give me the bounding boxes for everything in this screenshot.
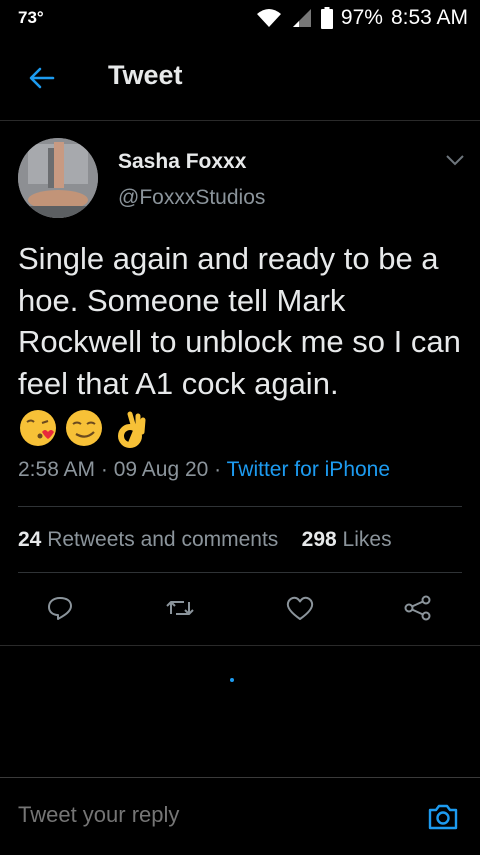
tweet-emojis — [18, 408, 150, 448]
likes-label: Likes — [342, 528, 392, 551]
arrow-left-icon — [29, 67, 55, 94]
tweet-actions — [0, 590, 480, 630]
likes-count: 298 — [301, 528, 337, 551]
author-handle[interactable]: @FoxxxStudios — [118, 186, 265, 210]
cellular-signal-icon — [291, 7, 313, 29]
tweet-stats: 24 Retweets and comments 298 Likes — [18, 528, 392, 552]
like-button[interactable] — [280, 590, 320, 630]
retweets-count: 24 — [18, 528, 42, 551]
tweet-source-link[interactable]: Twitter for iPhone — [227, 458, 390, 481]
section-divider — [0, 645, 480, 646]
smirking-face-emoji — [64, 408, 104, 448]
battery-icon — [320, 7, 333, 29]
camera-icon — [426, 804, 460, 838]
tweet-metadata: 2:58 AM · 09 Aug 20 · Twitter for iPhone — [18, 458, 390, 482]
chevron-down-icon — [440, 155, 470, 176]
likes-stat[interactable]: 298 Likes — [302, 528, 392, 551]
retweet-button[interactable] — [160, 590, 200, 630]
back-button[interactable] — [24, 62, 60, 98]
more-options-button[interactable] — [440, 148, 470, 172]
meta-separator: · — [208, 458, 227, 481]
status-bar: 73° 97% 8:53 AM — [0, 0, 480, 36]
tweet-date: 09 Aug 20 — [113, 458, 209, 481]
reply-icon — [46, 594, 74, 627]
page-title: Tweet — [108, 60, 183, 90]
reply-button[interactable] — [40, 590, 80, 630]
ok-hand-emoji — [110, 408, 150, 448]
loading-indicator — [230, 678, 234, 682]
reply-input[interactable] — [18, 802, 398, 828]
top-app-bar: Tweet — [0, 36, 480, 121]
share-button[interactable] — [398, 590, 438, 630]
status-icons: 97% 8:53 AM — [255, 6, 468, 30]
tweet-text: Single again and ready to be a hoe. Some… — [18, 241, 461, 401]
clock: 8:53 AM — [390, 6, 468, 29]
tweet-time: 2:58 AM — [18, 458, 96, 481]
author-name[interactable]: Sasha Foxxx — [118, 150, 246, 174]
avatar[interactable] — [18, 138, 98, 218]
divider — [18, 506, 462, 507]
share-icon — [403, 594, 433, 627]
kissing-face-emoji — [18, 408, 58, 448]
meta-separator: · — [95, 458, 114, 481]
like-icon — [285, 594, 315, 627]
retweet-icon — [164, 594, 196, 627]
retweets-stat[interactable]: 24 Retweets and comments — [18, 528, 278, 551]
divider — [18, 572, 462, 573]
retweets-label: Retweets and comments — [47, 528, 279, 551]
battery-percentage: 97% — [340, 6, 383, 29]
temperature-indicator: 73° — [18, 8, 44, 27]
wifi-icon — [255, 7, 283, 29]
camera-button[interactable] — [426, 800, 460, 834]
reply-composer — [0, 777, 480, 855]
